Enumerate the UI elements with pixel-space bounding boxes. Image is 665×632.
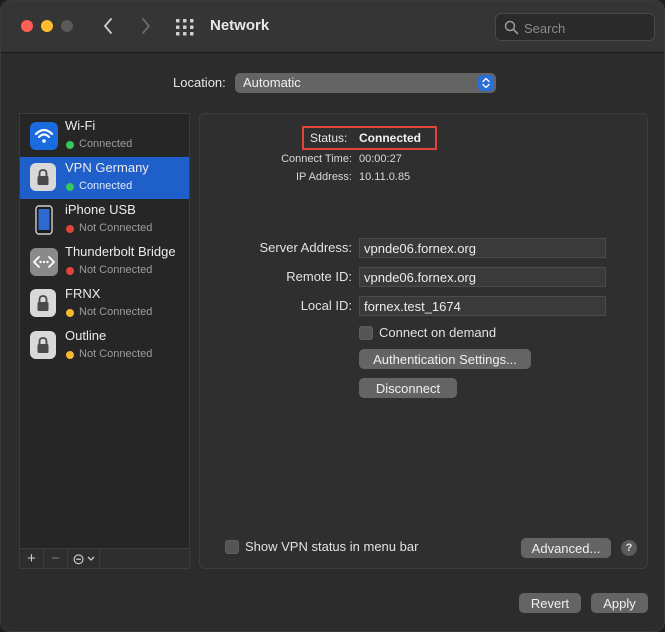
connect-time-label: Connect Time: [281,153,352,165]
chevron-left-icon [104,18,112,34]
service-name: iPhone USB [65,202,136,217]
status-dot [66,351,74,359]
status-label: Status: [310,131,348,145]
close-window-button[interactable] [21,20,33,32]
remove-service-button[interactable]: − [44,549,68,568]
location-label: Location: [173,75,226,90]
service-name: Thunderbolt Bridge [65,244,176,259]
show-vpn-status-checkbox[interactable] [225,540,239,554]
local-id-label: Local ID: [300,298,352,313]
action-menu-icon: ⊝ [72,550,85,568]
server-address-input[interactable] [360,239,605,257]
authentication-settings-button[interactable]: Authentication Settings... [359,349,531,369]
status-dot [66,309,74,317]
service-status: Not Connected [79,306,153,318]
service-name: FRNX [65,286,101,301]
forward-button[interactable] [135,15,157,37]
minimize-window-button[interactable] [41,20,53,32]
local-id-input[interactable] [360,297,605,315]
status-dot [66,141,74,149]
remote-id-input[interactable] [360,268,605,286]
search-input[interactable] [524,19,649,37]
remote-id-label: Remote ID: [286,269,352,284]
server-address-field[interactable] [359,238,606,258]
updown-arrows-icon [478,75,494,91]
zoom-window-button[interactable] [61,20,73,32]
thunderbolt-bridge-icon [30,247,58,277]
connect-time-value: 00:00:27 [359,153,402,165]
service-item-iphone-usb[interactable]: iPhone USB Not Connected [20,199,189,241]
search-icon [504,20,519,35]
service-name: Wi-Fi [65,118,96,133]
service-item-outline[interactable]: Outline Not Connected [20,325,189,367]
service-name: Outline [65,328,107,343]
service-list-toolbar: + − ⊝ [20,548,189,568]
service-status: Connected [79,138,133,150]
service-status: Not Connected [79,264,153,276]
ip-address-label: IP Address: [295,171,352,183]
service-status: Not Connected [79,222,153,234]
service-name: VPN Germany [65,160,149,175]
status-dot [66,183,74,191]
status-dot [66,267,74,275]
chevron-down-icon [87,556,95,561]
grid-icon [176,19,194,36]
service-status: Not Connected [79,348,153,360]
window-title: Network [210,17,270,34]
search-field[interactable] [495,13,655,41]
chevron-right-icon [142,18,150,34]
ip-address-value: 10.11.0.85 [359,171,411,183]
revert-button[interactable]: Revert [519,593,581,613]
network-preferences-window: Network Location: Automatic [0,0,665,632]
connect-on-demand-label: Connect on demand [379,325,497,340]
connect-on-demand-checkbox[interactable] [359,326,373,340]
apply-button[interactable]: Apply [591,593,648,613]
lock-icon [30,331,58,361]
status-value: Connected [359,131,422,145]
show-all-button[interactable] [175,17,195,37]
add-service-button[interactable]: + [20,549,44,568]
back-button[interactable] [97,15,119,37]
disconnect-button[interactable]: Disconnect [359,378,457,398]
service-item-thunderbolt-bridge[interactable]: Thunderbolt Bridge Not Connected [20,241,189,283]
show-vpn-status-label: Show VPN status in menu bar [245,539,419,554]
wifi-icon [30,121,58,151]
lock-icon [30,289,58,319]
service-list: Wi-Fi Connected VPN Germany Connected iP… [19,113,190,569]
action-menu-button[interactable]: ⊝ [68,549,100,568]
service-status: Connected [79,180,133,192]
iphone-icon [30,205,58,235]
service-item-vpn-germany[interactable]: VPN Germany Connected [20,157,189,199]
service-item-frnx[interactable]: FRNX Not Connected [20,283,189,325]
titlebar: Network [1,1,664,53]
location-value: Automatic [243,75,301,90]
status-dot [66,225,74,233]
server-address-label: Server Address: [259,240,353,255]
service-item-wifi[interactable]: Wi-Fi Connected [20,115,189,157]
help-button[interactable]: ? [621,540,637,556]
location-select[interactable]: Automatic [235,73,496,93]
advanced-button[interactable]: Advanced... [521,538,611,558]
remote-id-field[interactable] [359,267,606,287]
local-id-field[interactable] [359,296,606,316]
lock-icon [30,163,58,193]
